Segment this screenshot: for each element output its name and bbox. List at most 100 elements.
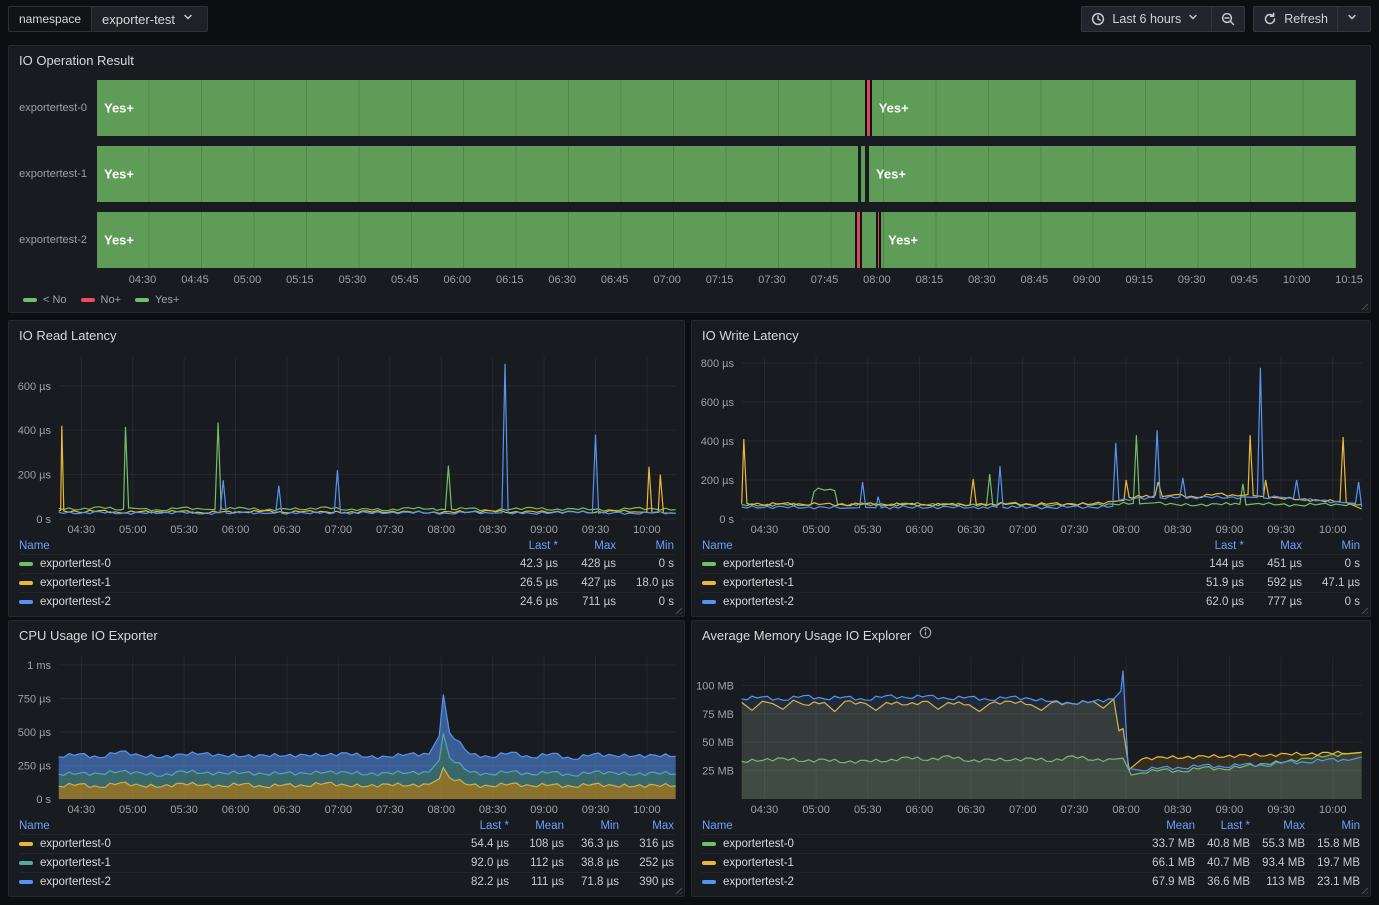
panel-title[interactable]: IO Operation Result (19, 53, 134, 68)
legend-header-min[interactable]: Min (1305, 820, 1360, 832)
timeline-segment-yes[interactable]: Yes+ (97, 80, 865, 136)
x-tick-label: 05:00 (802, 524, 830, 536)
legend-series-name[interactable]: exportertest-0 (702, 558, 1186, 570)
legend-value: 24.6 µs (500, 596, 558, 608)
legend-header-max[interactable]: Max (619, 820, 674, 832)
x-tick-label: 07:30 (376, 804, 404, 816)
legend-header-name[interactable]: Name (702, 820, 1140, 832)
panel-title[interactable]: Average Memory Usage IO Explorer (702, 628, 911, 643)
panel-title[interactable]: IO Write Latency (702, 328, 799, 343)
panel-title[interactable]: IO Read Latency (19, 328, 117, 343)
timeline-segment-yes[interactable]: Yes+ (881, 212, 1356, 268)
timeline-row: exportertest-0Yes+Yes+ (9, 80, 1356, 136)
legend-value: 55.3 MB (1250, 838, 1305, 850)
legend-value: 252 µs (619, 857, 674, 869)
timeline-legend-item[interactable]: Yes+ (135, 294, 179, 306)
panel-title[interactable]: CPU Usage IO Exporter (19, 628, 158, 643)
legend-value: 92.0 µs (454, 857, 509, 869)
legend-header-last[interactable]: Last * (1186, 540, 1244, 552)
refresh-icon (1263, 12, 1277, 26)
legend-header-min[interactable]: Min (1302, 540, 1360, 552)
x-tick-label: 09:00 (1216, 524, 1244, 536)
timeline-segment-yes[interactable]: Yes+ (97, 212, 855, 268)
legend-value: 592 µs (1244, 577, 1302, 589)
series-line-exportertest-0 (59, 423, 676, 512)
chart-plot-area[interactable]: 04:3005:0005:3006:0006:3007:0007:3008:00… (9, 349, 684, 537)
time-axis-label: 05:45 (391, 274, 419, 286)
series-line-exportertest-1 (742, 435, 1362, 509)
timeline-segment-no[interactable] (855, 212, 862, 268)
legend-series-name[interactable]: exportertest-0 (702, 838, 1140, 850)
legend-value: 66.1 MB (1140, 857, 1195, 869)
timeline-segment-yes[interactable]: Yes+ (97, 146, 858, 202)
legend-value: 15.8 MB (1305, 838, 1360, 850)
legend-series-name[interactable]: exportertest-2 (702, 876, 1140, 888)
chart-plot-area[interactable]: 04:3005:0005:3006:0006:3007:0007:3008:00… (692, 649, 1370, 817)
legend-header-min[interactable]: Min (564, 820, 619, 832)
legend-series-name[interactable]: exportertest-1 (19, 577, 500, 589)
legend-label: < No (43, 294, 67, 306)
chart-plot-area[interactable]: 04:3005:0005:3006:0006:3007:0007:3008:00… (9, 649, 684, 817)
x-tick-label: 07:00 (325, 804, 353, 816)
legend-series-name[interactable]: exportertest-1 (702, 857, 1140, 869)
time-axis-label: 07:30 (758, 274, 786, 286)
x-tick-label: 06:00 (906, 804, 934, 816)
legend-header-min[interactable]: Min (616, 540, 674, 552)
time-axis: 04:3004:4505:0005:1505:3005:4506:0006:15… (97, 274, 1356, 290)
state-label: Yes+ (104, 101, 134, 116)
legend-row: exportertest-0144 µs451 µs0 s (702, 554, 1360, 573)
state-label: Yes+ (876, 167, 906, 182)
timeline-segment-yes[interactable] (862, 212, 876, 268)
refresh-interval-dropdown[interactable] (1338, 6, 1371, 32)
legend-value: 711 µs (558, 596, 616, 608)
legend-series-name[interactable]: exportertest-1 (702, 577, 1186, 589)
legend-series-name[interactable]: exportertest-0 (19, 838, 454, 850)
x-tick-label: 09:00 (530, 804, 558, 816)
legend-value: 36.3 µs (564, 838, 619, 850)
legend-value: 144 µs (1186, 558, 1244, 570)
timeline-legend-item[interactable]: < No (23, 294, 67, 306)
timeline-segment-yes[interactable]: Yes+ (872, 80, 1356, 136)
legend-header-last[interactable]: Last * (454, 820, 509, 832)
legend-series-name[interactable]: exportertest-2 (19, 876, 454, 888)
timeline-segment-yes[interactable]: Yes+ (869, 146, 1356, 202)
x-tick-label: 07:30 (1061, 804, 1089, 816)
legend-swatch (702, 562, 716, 566)
legend-header-name[interactable]: Name (19, 820, 454, 832)
x-tick-label: 05:30 (170, 804, 198, 816)
legend-series-name[interactable]: exportertest-0 (19, 558, 500, 570)
time-axis-label: 08:00 (863, 274, 891, 286)
info-icon[interactable] (919, 626, 932, 644)
legend-header-last[interactable]: Last * (500, 540, 558, 552)
legend-header-mean[interactable]: Mean (509, 820, 564, 832)
legend-header-row: NameLast *MaxMin (702, 537, 1360, 554)
legend-header-name[interactable]: Name (702, 540, 1186, 552)
timeline-legend-item[interactable]: No+ (81, 294, 122, 306)
legend-header-last[interactable]: Last * (1195, 820, 1250, 832)
timeline-row-label: exportertest-1 (9, 146, 97, 202)
chevron-down-icon (183, 12, 197, 26)
legend-series-name[interactable]: exportertest-2 (19, 596, 500, 608)
zoom-out-icon (1221, 12, 1235, 26)
variable-value-dropdown[interactable]: exporter-test (91, 6, 208, 32)
legend-value: 0 s (616, 596, 674, 608)
legend-header-name[interactable]: Name (19, 540, 500, 552)
panel-header: CPU Usage IO Exporter (9, 621, 684, 649)
legend-header-max[interactable]: Max (558, 540, 616, 552)
legend-header-max[interactable]: Max (1250, 820, 1305, 832)
legend-row: exportertest-042.3 µs428 µs0 s (19, 554, 674, 573)
legend-header-mean[interactable]: Mean (1140, 820, 1195, 832)
zoom-out-time-button[interactable] (1212, 6, 1245, 32)
legend-header-max[interactable]: Max (1244, 540, 1302, 552)
dashboard-toolbar: namespace exporter-test Last 6 hours (8, 6, 1371, 32)
refresh-button[interactable]: Refresh (1253, 6, 1338, 32)
legend-value: 82.2 µs (454, 876, 509, 888)
legend-series-name[interactable]: exportertest-2 (702, 596, 1186, 608)
legend-swatch (19, 861, 33, 865)
legend-series-name[interactable]: exportertest-1 (19, 857, 454, 869)
time-axis-label: 08:15 (916, 274, 944, 286)
legend-swatch (81, 298, 95, 302)
chart-plot-area[interactable]: 04:3005:0005:3006:0006:3007:0007:3008:00… (692, 349, 1370, 537)
time-range-picker[interactable]: Last 6 hours (1081, 6, 1212, 32)
time-axis-label: 07:00 (653, 274, 681, 286)
